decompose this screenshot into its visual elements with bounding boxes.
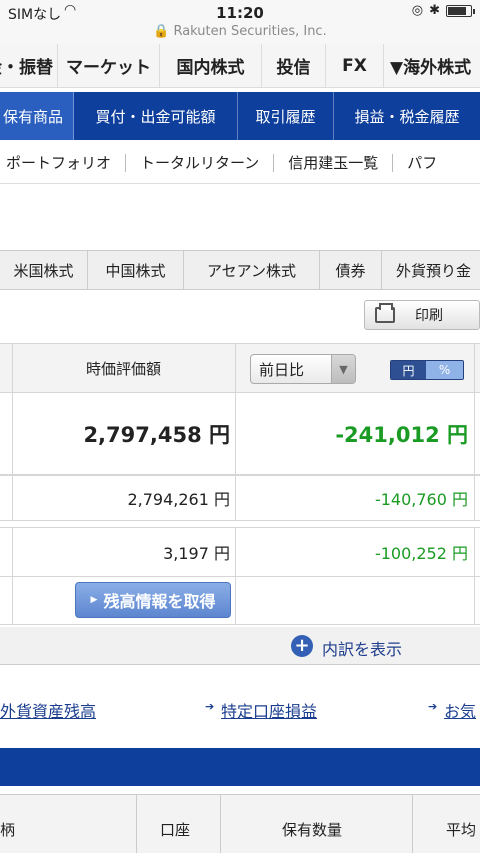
print-label: 印刷 [415,308,443,324]
link-favorites[interactable]: お気 [444,698,476,722]
arrow-right-icon: ➔ [428,700,438,713]
nav-funds[interactable]: 投信 [262,43,326,88]
total-market-value: 2,797,458 円 [83,422,230,447]
get-balance-button[interactable]: ▶ 残高情報を取得 [75,582,231,618]
table-row: ▶ 残高情報を取得 [0,577,480,625]
nav-domestic-stock[interactable]: 国内株式 [160,43,262,88]
header-account: 口座 [160,821,191,839]
battery-icon [446,4,475,17]
table-header-row: 時価評価額 前日比 ▼ 円 % [0,343,480,393]
nav-fx[interactable]: FX [326,43,384,88]
arrow-right-icon: ➔ [205,700,215,713]
tab-foreign-deposits[interactable]: 外貨預り金 [382,250,480,290]
table-row: 3,197 円 -100,252 円 [0,527,480,577]
tab-us-stocks[interactable]: 米国株式 [0,250,88,290]
subnav-trade-history[interactable]: 取引履歴 [238,92,334,140]
get-balance-label: 残高情報を取得 [103,592,216,611]
show-breakdown-label: 内訳を表示 [322,640,403,659]
url-text: Rakuten Securities, Inc. [173,24,327,39]
link-row: 外貨資産残高 ➔ 特定口座損益 ➔ お気 [0,690,480,726]
header-average-price: 平均 [446,821,477,839]
printer-icon [375,303,395,323]
holdings-table-header: 柄 口座 保有数量 平均 [0,794,480,853]
third-nav: ポートフォリオ トータルリターン 信用建玉一覧 パフ [0,142,480,184]
table-row: 2,797,458 円 -241,012 円 [0,393,480,475]
tab-performance[interactable]: パフ [393,154,451,172]
plus-circle-icon: + [291,635,313,657]
row-change: -100,252 円 [374,544,468,563]
bluetooth-icon: ✱ [429,3,440,18]
table-row: 2,794,261 円 -140,760 円 [0,475,480,521]
tab-asean-stocks[interactable]: アセアン株式 [184,250,320,290]
print-button[interactable]: 印刷 [364,300,480,330]
row-market-value: 3,197 円 [163,544,230,563]
compare-select[interactable]: 前日比 ▼ [250,354,356,384]
status-icons: ◎ ✱ [411,3,475,18]
subnav-buying-power[interactable]: 買付・出金可能額 [74,92,238,140]
link-foreign-assets[interactable]: 外貨資産残高 [0,698,96,722]
total-change: -241,012 円 [335,422,468,447]
chevron-down-icon: ▼ [331,355,355,383]
tab-china-stocks[interactable]: 中国株式 [88,250,184,290]
market-tabs: 米国株式 中国株式 アセアン株式 債券 外貨預り金 [0,250,480,290]
unit-yen-button[interactable]: 円 [391,361,427,379]
nav-market[interactable]: マーケット [58,43,160,88]
tab-total-return[interactable]: トータルリターン [126,153,275,172]
status-bar: SIMなし ◠ 11:20 🔒 Rakuten Securities, Inc. … [0,0,480,44]
header-quantity: 保有数量 [282,821,343,839]
compare-select-value: 前日比 [259,360,305,379]
section-header-bar [0,748,480,786]
clock: 11:20 [216,4,264,22]
row-change: -140,760 円 [374,490,468,509]
unit-toggle: 円 % [390,360,464,380]
rotation-lock-icon: ◎ [411,3,424,18]
main-nav: 金・振替 マーケット 国内株式 投信 FX ▼海外株式 [0,43,480,88]
subnav-holdings[interactable]: 保有商品 [0,92,74,140]
lock-icon: 🔒 [153,24,170,39]
link-specific-account-pl[interactable]: 特定口座損益 [221,698,317,722]
tab-margin-positions[interactable]: 信用建玉一覧 [274,153,394,172]
triangle-right-icon: ▶ [90,595,98,605]
tab-portfolio[interactable]: ポートフォリオ [0,153,127,172]
header-stock-name: 柄 [0,821,16,839]
nav-foreign-stock[interactable]: ▼海外株式 [384,44,480,88]
header-market-value: 時価評価額 [85,359,161,378]
show-breakdown-bar[interactable]: + 内訳を表示 [0,627,480,665]
unit-percent-button[interactable]: % [426,361,463,379]
sub-nav: 保有商品 買付・出金可能額 取引履歴 損益・税金履歴 [0,92,480,140]
subnav-profit-tax-history[interactable]: 損益・税金履歴 [334,92,480,140]
tab-bonds[interactable]: 債券 [320,250,382,290]
url-bar[interactable]: 🔒 Rakuten Securities, Inc. [0,24,480,39]
row-market-value: 2,794,261 円 [127,490,230,509]
nav-deposit-transfer[interactable]: 金・振替 [0,43,58,88]
